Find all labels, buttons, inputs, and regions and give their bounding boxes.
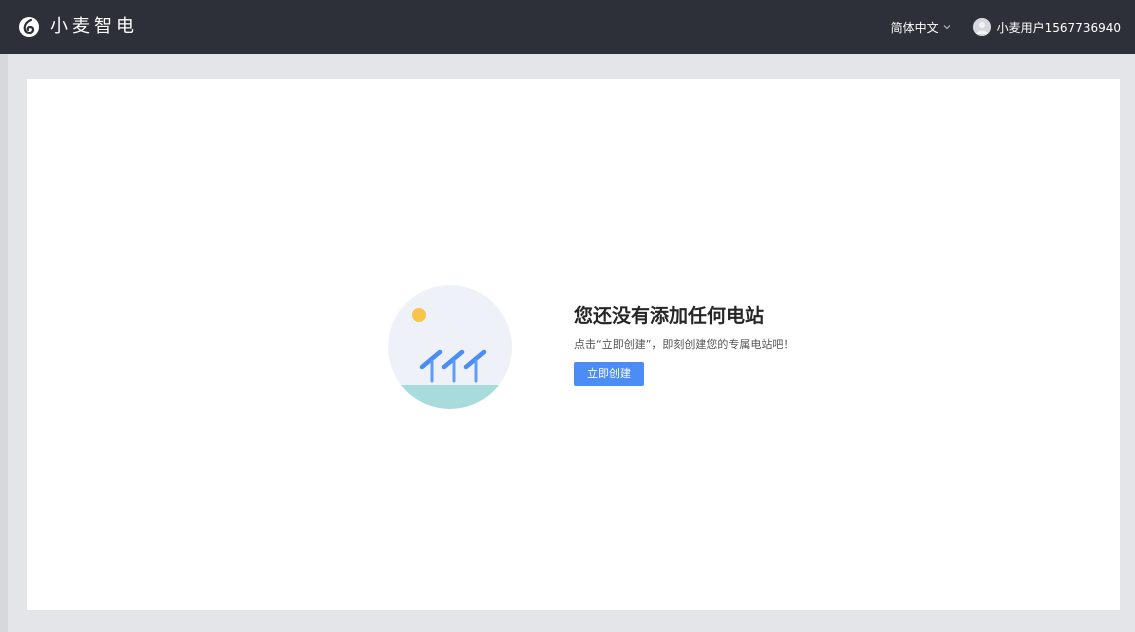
avatar-icon	[972, 18, 991, 36]
empty-state: 您还没有添加任何电站 点击“立即创建”，即刻创建您的专属电站吧！ 立即创建	[574, 303, 794, 386]
brand-logo[interactable]: 小麦智电	[18, 12, 138, 42]
chevron-down-icon	[943, 25, 950, 30]
language-selector[interactable]: 简体中文	[891, 19, 951, 36]
language-label: 简体中文	[890, 20, 939, 35]
empty-state-description: 点击“立即创建”，即刻创建您的专属电站吧！	[574, 338, 795, 351]
header-actions: 简体中文 小麦用户1567736940	[891, 0, 1121, 54]
solar-panels-illustration	[388, 285, 512, 409]
user-menu[interactable]: 小麦用户1567736940	[972, 18, 1121, 36]
logo-icon	[19, 17, 39, 37]
create-station-button[interactable]: 立即创建	[574, 362, 644, 386]
app-name: 小麦智电	[50, 16, 138, 37]
sidebar-collapsed-strip	[0, 54, 8, 632]
username-label: 小麦用户1567736940	[996, 20, 1121, 35]
top-navbar: 小麦智电 简体中文 小麦用户1567736940	[0, 0, 1135, 54]
empty-state-title: 您还没有添加任何电站	[574, 305, 765, 327]
